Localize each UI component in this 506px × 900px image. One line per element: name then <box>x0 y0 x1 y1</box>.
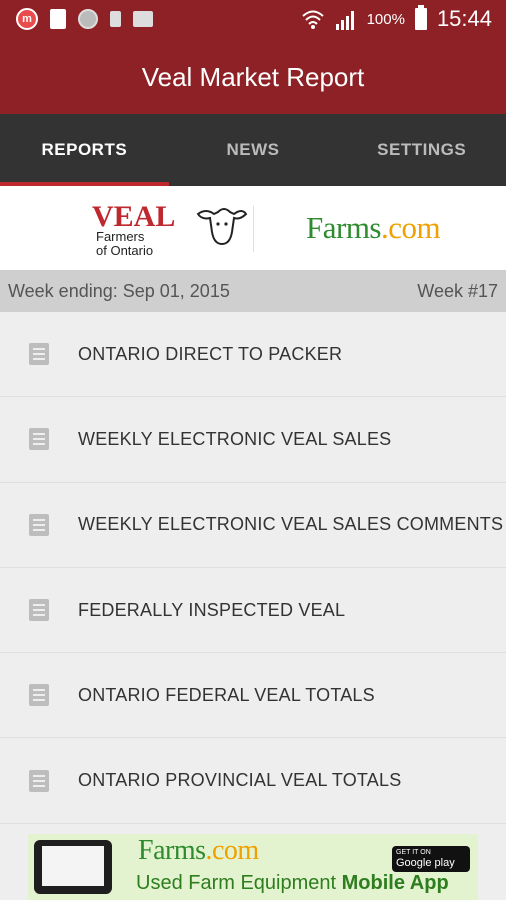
report-document-icon <box>29 428 49 451</box>
notification-icons: m <box>16 8 153 30</box>
report-item-ontario-provincial-veal-totals[interactable]: ONTARIO PROVINCIAL VEAL TOTALS <box>0 738 506 824</box>
wifi-icon <box>301 10 324 29</box>
report-item-federally-inspected-veal[interactable]: FEDERALLY INSPECTED VEAL <box>0 567 506 654</box>
tab-reports[interactable]: REPORTS <box>0 114 169 186</box>
farms-com-logo: Farms.com <box>306 210 441 245</box>
report-document-icon <box>29 513 49 536</box>
report-label: WEEKLY ELECTRONIC VEAL SALES <box>78 428 392 449</box>
tab-news[interactable]: NEWS <box>169 114 338 186</box>
clock: 15:44 <box>436 6 492 31</box>
report-document-icon <box>29 769 49 792</box>
battery-percent: 100% <box>366 10 405 28</box>
app-title: Veal Market Report <box>141 61 365 92</box>
ad-tagline: Used Farm Equipment Mobile App <box>136 872 449 894</box>
phone-icon <box>110 11 121 27</box>
veal-logo-subtitle: Farmers of Ontario <box>96 229 154 258</box>
google-play-badge[interactable]: GET IT ON Google play <box>392 846 470 872</box>
week-bar: Week ending: Sep 01, 2015 Week #17 <box>0 270 506 312</box>
report-label: ONTARIO FEDERAL VEAL TOTALS <box>78 684 375 705</box>
ad-banner[interactable]: Farms.com Used Farm Equipment Mobile App… <box>28 834 478 900</box>
week-number-label: Week #17 <box>417 280 498 301</box>
report-label: WEEKLY ELECTRONIC VEAL SALES COMMENTS <box>78 514 504 535</box>
tab-settings[interactable]: SETTINGS <box>337 114 506 186</box>
tab-bar: REPORTS NEWS SETTINGS <box>0 114 506 186</box>
globe-icon <box>78 9 98 29</box>
signal-icon <box>335 11 354 30</box>
messenger-icon: m <box>16 8 38 30</box>
mail-icon <box>133 11 153 27</box>
logo-divider <box>253 206 254 252</box>
status-indicators: 100% 15:44 <box>301 5 492 32</box>
report-item-ontario-direct-to-packer[interactable]: ONTARIO DIRECT TO PACKER <box>0 312 506 398</box>
document-icon <box>50 9 66 29</box>
veal-farmers-logo: VEAL Farmers of Ontario <box>92 202 252 258</box>
report-label: ONTARIO PROVINCIAL VEAL TOTALS <box>78 770 402 791</box>
logo-band: VEAL Farmers of Ontario Farms.com <box>0 186 506 270</box>
ad-farms-com-logo: Farms.com <box>138 835 259 866</box>
report-item-ontario-federal-veal-totals[interactable]: ONTARIO FEDERAL VEAL TOTALS <box>0 653 506 739</box>
veal-logo-word: VEAL <box>92 200 176 233</box>
status-bar: m 100% 15:44 <box>0 0 506 40</box>
report-item-weekly-electronic-veal-sales[interactable]: WEEKLY ELECTRONIC VEAL SALES <box>0 397 506 483</box>
week-ending-label: Week ending: Sep 01, 2015 <box>8 280 230 301</box>
tablet-screen <box>42 846 104 886</box>
report-document-icon <box>29 684 49 707</box>
report-list: ONTARIO DIRECT TO PACKER WEEKLY ELECTRON… <box>0 312 506 824</box>
report-label: ONTARIO DIRECT TO PACKER <box>78 343 343 364</box>
report-document-icon <box>29 343 49 366</box>
cow-head-icon <box>196 208 248 246</box>
report-document-icon <box>29 599 49 622</box>
app-bar: Veal Market Report <box>0 40 506 114</box>
battery-icon <box>414 5 427 30</box>
report-item-weekly-electronic-veal-sales-comments[interactable]: WEEKLY ELECTRONIC VEAL SALES COMMENTS <box>0 482 506 568</box>
report-label: FEDERALLY INSPECTED VEAL <box>78 599 346 620</box>
